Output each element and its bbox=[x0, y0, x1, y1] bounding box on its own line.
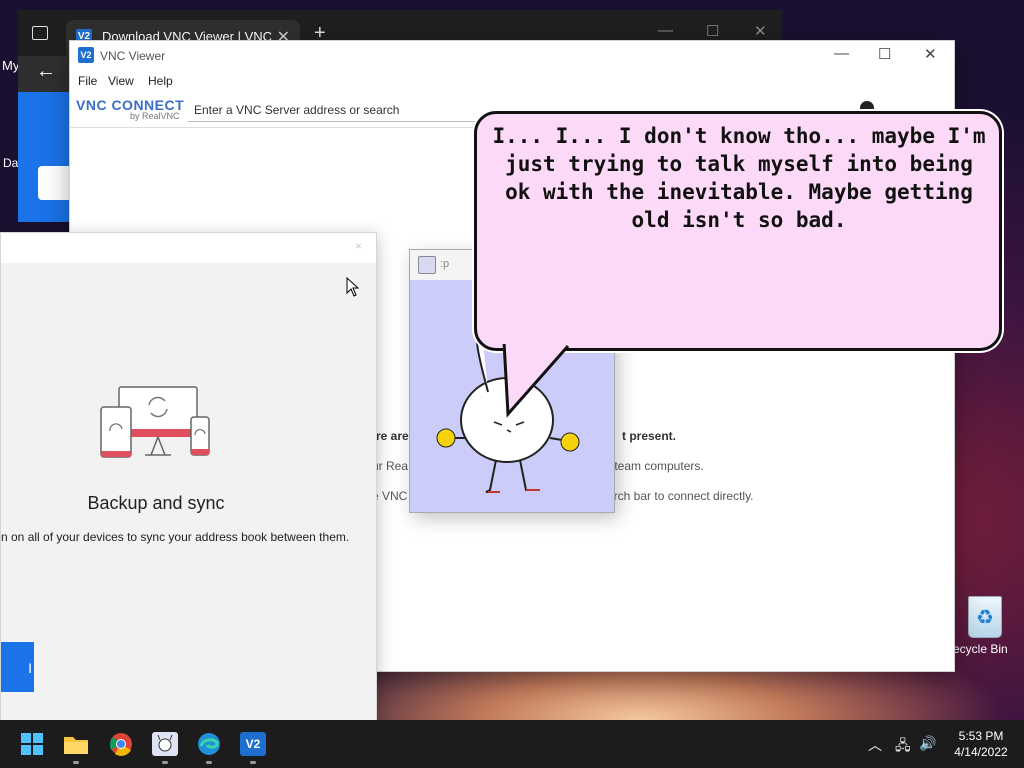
close-icon[interactable]: ✕ bbox=[924, 45, 937, 63]
vnc-titlebar: V2 VNC Viewer — ☐ ✕ bbox=[70, 41, 954, 71]
vnc-app-icon: V2 bbox=[78, 47, 94, 63]
desktop-icon-label[interactable]: Da bbox=[3, 156, 18, 170]
clock-date: 4/14/2022 bbox=[954, 745, 1008, 759]
running-indicator bbox=[250, 761, 256, 764]
logo-sub: by RealVNC bbox=[130, 111, 180, 121]
taskbar: V2 ︿ 🖧 🔊 5:53 PM 4/14/2022 bbox=[0, 720, 1024, 768]
backup-description: n on all of your devices to sync your ad… bbox=[1, 530, 350, 544]
clock-time: 5:53 PM bbox=[958, 729, 1004, 743]
chevron-up-icon[interactable]: ︿ bbox=[868, 735, 882, 755]
close-icon[interactable]: × bbox=[355, 239, 362, 253]
speaker-icon[interactable]: 🔊 bbox=[919, 735, 936, 752]
running-indicator bbox=[162, 761, 168, 764]
vnc-connect-logo: VNC CONNECT by RealVNC bbox=[76, 97, 184, 121]
folder-icon[interactable] bbox=[63, 732, 89, 756]
system-clock[interactable]: 5:53 PM 4/14/2022 bbox=[946, 728, 1016, 760]
desktop-icon-label[interactable]: My bbox=[2, 58, 19, 73]
empty-state-text: arch bar to connect directly. bbox=[607, 489, 754, 503]
speech-bubble-tail bbox=[500, 330, 580, 418]
empty-state-heading: re are bbox=[376, 429, 409, 443]
minimize-icon[interactable]: — bbox=[658, 22, 673, 39]
character-window-title: :p bbox=[440, 258, 450, 270]
menu-file[interactable]: File bbox=[78, 74, 97, 88]
chrome-icon[interactable] bbox=[108, 732, 134, 756]
vnc-icon[interactable]: V2 bbox=[240, 732, 266, 756]
recycle-bin-icon: ♻ bbox=[968, 596, 1002, 638]
edge-icon[interactable] bbox=[196, 732, 222, 756]
empty-state-text: e VNC bbox=[372, 489, 408, 503]
close-icon[interactable]: ✕ bbox=[754, 22, 767, 40]
network-icon[interactable]: 🖧 bbox=[895, 735, 911, 759]
empty-state-text: r team computers. bbox=[607, 459, 704, 473]
character-icon[interactable] bbox=[152, 732, 178, 756]
maximize-icon[interactable]: ☐ bbox=[878, 45, 891, 63]
speech-bubble-text: I... I... I don't know tho... maybe I'm … bbox=[492, 124, 986, 232]
recycle-bin[interactable]: ♻ Recycle Bin bbox=[944, 592, 1024, 656]
maximize-icon[interactable]: ☐ bbox=[706, 22, 719, 40]
menu-view[interactable]: View bbox=[108, 74, 134, 88]
menu-bar: File View Help bbox=[70, 71, 954, 93]
backup-action-button[interactable]: I bbox=[1, 642, 34, 692]
page-button[interactable] bbox=[38, 166, 72, 200]
empty-state-text: ur Rea bbox=[372, 459, 409, 473]
speech-bubble: I... I... I don't know tho... maybe I'm … bbox=[474, 111, 1002, 351]
dialog-header: × bbox=[1, 233, 376, 263]
empty-state-heading: t present. bbox=[622, 429, 677, 443]
browser-page bbox=[18, 92, 72, 222]
menu-help[interactable]: Help bbox=[148, 74, 173, 88]
running-indicator bbox=[206, 761, 212, 764]
tab-actions-icon[interactable] bbox=[32, 26, 48, 40]
character-app-icon bbox=[418, 256, 436, 274]
backup-sync-dialog: × Backup and sync n on all of your devic… bbox=[0, 232, 377, 722]
windows-start-icon[interactable] bbox=[19, 732, 45, 756]
back-arrow-icon[interactable]: ← bbox=[36, 60, 56, 83]
mouse-cursor-icon bbox=[346, 277, 360, 297]
backup-heading: Backup and sync bbox=[87, 493, 225, 513]
devices-sync-illustration bbox=[100, 386, 210, 458]
minimize-icon[interactable]: — bbox=[834, 45, 849, 62]
running-indicator bbox=[73, 761, 79, 764]
window-title: VNC Viewer bbox=[100, 49, 166, 63]
